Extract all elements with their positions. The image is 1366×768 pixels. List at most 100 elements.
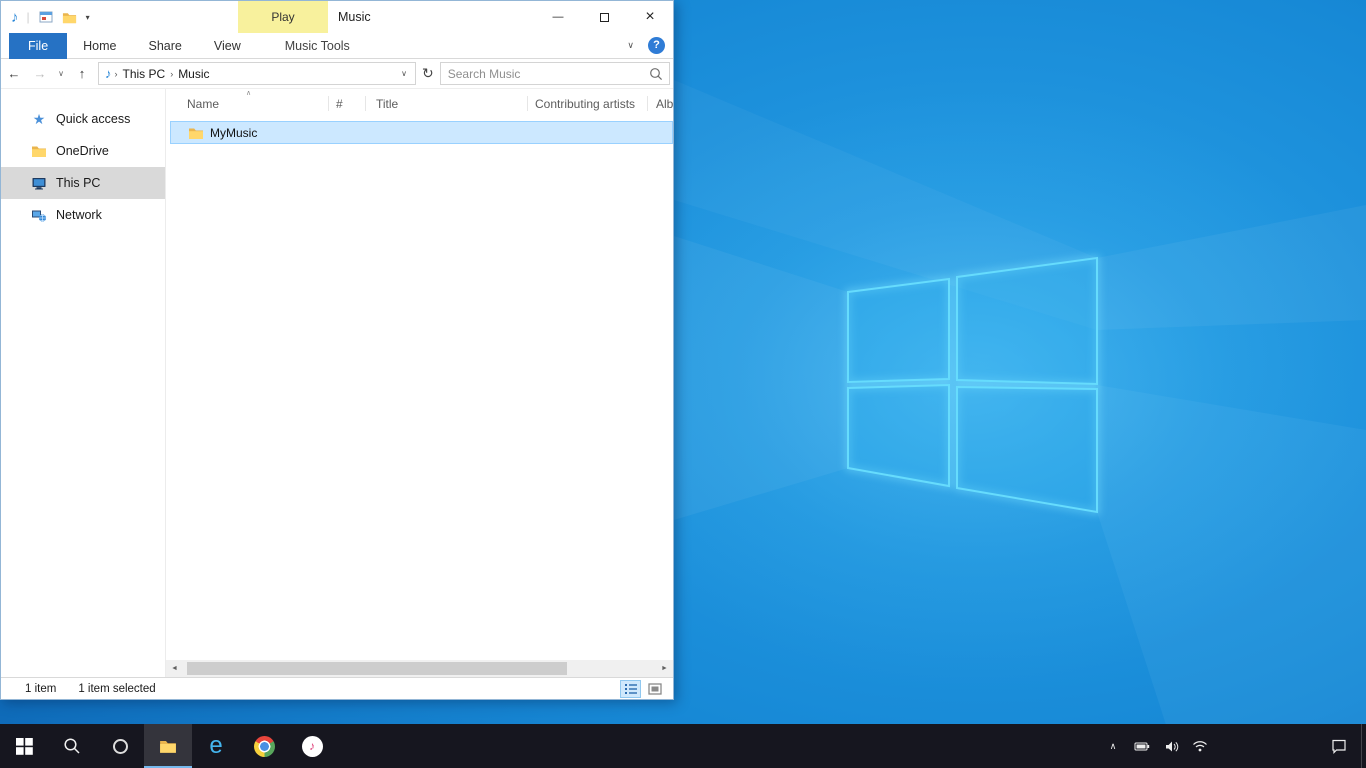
sidebar-item-network[interactable]: Network <box>1 199 165 231</box>
chevron-up-icon: ∧ <box>1110 741 1117 752</box>
file-row-mymusic[interactable]: MyMusic <box>170 121 673 144</box>
sidebar-item-label: Quick access <box>56 112 130 126</box>
tab-music-tools[interactable]: Music Tools <box>269 33 366 59</box>
column-header-album[interactable]: Alb <box>656 97 673 111</box>
tab-share[interactable]: Share <box>133 33 198 59</box>
title-bar[interactable]: ♪ | ▾ Play Music — × <box>1 1 673 33</box>
file-explorer-window: ♪ | ▾ Play Music — × <box>0 0 674 700</box>
taskbar-file-explorer-button[interactable] <box>144 724 192 768</box>
cortana-icon <box>113 739 128 754</box>
volume-tray-button[interactable] <box>1160 739 1182 754</box>
sort-ascending-icon: ∧ <box>246 89 251 97</box>
close-icon: × <box>645 8 654 26</box>
column-separator[interactable] <box>647 96 648 111</box>
tab-view[interactable]: View <box>198 33 257 59</box>
breadcrumb-this-pc[interactable]: This PC <box>118 67 171 81</box>
forward-button[interactable]: → <box>27 66 53 81</box>
column-header-contributing-artists[interactable]: Contributing artists <box>535 97 635 111</box>
system-tray: ∧ <box>1098 724 1215 768</box>
recent-locations-chevron-icon[interactable]: ∨ <box>53 69 69 78</box>
file-name: MyMusic <box>210 126 257 140</box>
action-center-button[interactable] <box>1315 724 1361 768</box>
ribbon-tab-bar: File Home Share View Music Tools ∨ ? <box>1 33 673 59</box>
sidebar-item-quick-access[interactable]: ★ Quick access <box>1 103 165 135</box>
taskbar-search-button[interactable] <box>48 724 96 768</box>
column-header-name[interactable]: Name <box>187 97 219 111</box>
details-view-button[interactable] <box>620 680 641 698</box>
column-header-row: ∧ Name # Title Contributing artists Alb <box>166 89 673 117</box>
search-input[interactable] <box>441 67 649 81</box>
start-button[interactable] <box>0 724 48 768</box>
cortana-button[interactable] <box>96 724 144 768</box>
navigation-pane: ★ Quick access OneDrive This PC Network <box>1 89 166 677</box>
folder-icon <box>188 125 204 141</box>
action-center-icon <box>1330 738 1347 754</box>
internet-explorer-icon: e <box>209 732 222 760</box>
new-folder-icon[interactable] <box>62 9 78 25</box>
taskbar-music-app-button[interactable]: ♪ <box>288 724 336 768</box>
refresh-icon[interactable]: ↻ <box>422 65 434 82</box>
battery-tray-button[interactable] <box>1131 739 1153 754</box>
up-button[interactable]: ↑ <box>69 66 95 81</box>
column-header-title[interactable]: Title <box>376 97 398 111</box>
properties-icon[interactable] <box>38 9 54 25</box>
sidebar-item-onedrive[interactable]: OneDrive <box>1 135 165 167</box>
windows-logo <box>848 258 1097 512</box>
status-bar: 1 item 1 item selected <box>1 677 673 699</box>
computer-icon <box>31 175 47 191</box>
search-icon[interactable] <box>649 67 663 81</box>
music-note-icon: ♪ <box>309 739 315 753</box>
maximize-icon <box>600 13 609 22</box>
sidebar-item-label: This PC <box>56 176 100 190</box>
selected-count: 1 item selected <box>78 683 155 695</box>
windows-logo-icon <box>16 738 33 755</box>
minimize-button[interactable]: — <box>535 1 581 33</box>
column-separator[interactable] <box>527 96 528 111</box>
show-desktop-button[interactable] <box>1361 724 1366 768</box>
tab-file[interactable]: File <box>9 33 67 59</box>
sidebar-item-this-pc[interactable]: This PC <box>1 167 165 199</box>
battery-icon <box>1134 739 1150 754</box>
address-dropdown-chevron-icon[interactable]: ∨ <box>398 69 410 78</box>
scrollbar-track[interactable] <box>183 660 656 677</box>
qat-separator: | <box>27 10 30 24</box>
column-header-number[interactable]: # <box>336 97 343 111</box>
speaker-icon <box>1164 739 1179 754</box>
music-note-icon: ♪ <box>11 9 19 26</box>
scroll-left-icon[interactable]: ◄ <box>166 665 183 672</box>
large-icons-view-button[interactable] <box>644 680 665 698</box>
scrollbar-thumb[interactable] <box>187 662 567 675</box>
view-toggles <box>620 680 665 698</box>
music-note-icon: ♪ <box>105 66 112 81</box>
column-separator[interactable] <box>328 96 329 111</box>
taskbar-chrome-button[interactable] <box>240 724 288 768</box>
quick-access-toolbar: ♪ | ▾ <box>11 1 90 33</box>
address-bar[interactable]: ♪ › This PC › Music ∨ <box>98 62 416 85</box>
onedrive-folder-icon <box>31 143 47 159</box>
help-icon[interactable]: ? <box>648 37 665 54</box>
network-tray-button[interactable] <box>1189 739 1211 753</box>
network-icon <box>31 207 47 223</box>
back-button[interactable]: ← <box>1 66 27 81</box>
breadcrumb-music[interactable]: Music <box>173 67 214 81</box>
file-list-area[interactable]: ∧ Name # Title Contributing artists Alb … <box>166 89 673 677</box>
taskbar-internet-explorer-button[interactable]: e <box>192 724 240 768</box>
ribbon-collapse-icon[interactable]: ∨ <box>619 40 642 51</box>
scroll-right-icon[interactable]: ► <box>656 665 673 672</box>
maximize-button[interactable] <box>581 1 627 33</box>
tab-home[interactable]: Home <box>67 33 132 59</box>
sidebar-item-label: OneDrive <box>56 144 109 158</box>
close-button[interactable]: × <box>627 1 673 33</box>
file-explorer-icon <box>157 737 179 755</box>
minimize-icon: — <box>553 11 564 23</box>
sidebar-item-label: Network <box>56 208 102 222</box>
horizontal-scrollbar[interactable]: ◄ ► <box>166 660 673 677</box>
contextual-tab-group-play[interactable]: Play <box>238 1 328 33</box>
music-app-icon: ♪ <box>302 736 323 757</box>
tray-overflow-button[interactable]: ∧ <box>1102 741 1124 752</box>
search-icon <box>63 737 81 755</box>
item-count: 1 item <box>25 683 56 695</box>
column-separator[interactable] <box>365 96 366 111</box>
customize-qat-chevron-icon[interactable]: ▾ <box>86 13 90 22</box>
chrome-icon <box>254 736 275 757</box>
